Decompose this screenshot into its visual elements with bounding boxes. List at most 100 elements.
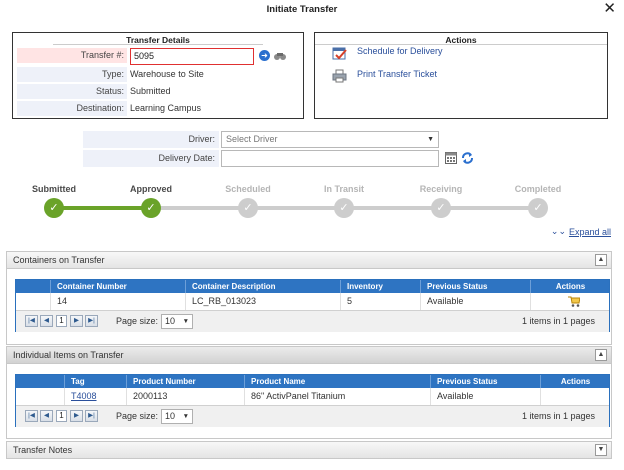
page-size-select[interactable]: 10 ▼ [161, 409, 193, 424]
page-size-value: 10 [165, 316, 176, 326]
destination-row: Destination: Learning Campus [17, 101, 302, 116]
items-header[interactable]: Individual Items on Transfer ▲ [6, 346, 612, 364]
status-row: Status: Submitted [17, 84, 302, 99]
column-header[interactable]: Actions [540, 375, 610, 388]
chevron-up-icon[interactable]: ▲ [595, 254, 607, 266]
delivery-date-input[interactable] [221, 150, 439, 167]
pager-info: 1 items in 1 pages [521, 411, 595, 421]
container-description-cell: LC_RB_013023 [185, 293, 340, 310]
table-row[interactable]: 14 LC_RB_013023 5 Available [16, 293, 609, 310]
page-number[interactable]: 1 [56, 315, 67, 327]
next-page-icon[interactable]: ▶ [70, 315, 83, 327]
type-label: Type: [17, 67, 127, 82]
column-header[interactable]: Previous Status [420, 280, 530, 293]
status-value: Submitted [130, 86, 171, 96]
containers-header[interactable]: Containers on Transfer ▲ [6, 251, 612, 269]
print-ticket-link[interactable]: Print Transfer Ticket [357, 69, 437, 79]
chevron-down-icon[interactable]: ▼ [595, 444, 607, 456]
page-number[interactable]: 1 [56, 410, 67, 422]
next-page-icon[interactable]: ▶ [70, 410, 83, 422]
column-header[interactable]: Container Description [185, 280, 340, 293]
first-page-icon[interactable]: |◀ [25, 410, 38, 422]
step-check-icon: ✓ [141, 198, 161, 218]
divider [315, 44, 607, 45]
page-size-label: Page size: [116, 316, 159, 326]
expand-all-link[interactable]: Expand all [569, 227, 611, 237]
page-size-label: Page size: [116, 411, 159, 421]
prev-page-icon[interactable]: ◀ [40, 315, 53, 327]
chevron-up-icon[interactable]: ▲ [595, 349, 607, 361]
last-page-icon[interactable]: ▶| [85, 410, 98, 422]
step-check-icon: ✓ [44, 198, 64, 218]
column-header[interactable]: Actions [530, 280, 610, 293]
column-header[interactable] [16, 375, 64, 388]
actions-cell [540, 388, 610, 405]
driver-label: Driver: [83, 131, 219, 148]
chevron-down-icon: ▼ [182, 318, 189, 325]
transfer-number-row: Transfer #: 5095 ➜ [17, 48, 302, 65]
column-header[interactable] [16, 280, 50, 293]
refresh-icon[interactable] [461, 152, 474, 164]
transfer-details-panel: Transfer Details Transfer #: 5095 ➜ Type… [12, 32, 304, 119]
calendar-icon[interactable] [445, 152, 457, 164]
containers-pager: |◀ ◀ 1 ▶ ▶| Page size: 10 ▼ 1 items in 1… [16, 310, 609, 332]
column-header[interactable]: Previous Status [430, 375, 540, 388]
column-header[interactable]: Tag [64, 375, 126, 388]
inventory-cell: 5 [340, 293, 420, 310]
column-header[interactable]: Container Number [50, 280, 185, 293]
schedule-delivery-link[interactable]: Schedule for Delivery [357, 46, 443, 56]
transfer-notes-title: Transfer Notes [13, 445, 73, 455]
tag-link[interactable]: T4008 [71, 391, 97, 401]
progress-line-done [54, 206, 151, 210]
actions-column-label: Actions [555, 282, 586, 291]
containers-title: Containers on Transfer [13, 255, 105, 265]
cart-icon[interactable] [568, 296, 580, 307]
actions-column-label: Actions [560, 377, 591, 386]
step-check-icon: ✓ [334, 198, 354, 218]
items-grid-header: Tag Product Number Product Name Previous… [16, 375, 609, 388]
transfer-notes-header[interactable]: Transfer Notes ▼ [6, 441, 612, 459]
printer-icon[interactable] [332, 69, 348, 83]
column-header[interactable]: Product Name [244, 375, 430, 388]
last-page-icon[interactable]: ▶| [85, 315, 98, 327]
page-size-select[interactable]: 10 ▼ [161, 314, 193, 329]
table-row[interactable]: T4008 2000113 86" ActivPanel Titanium Av… [16, 388, 609, 405]
divider [53, 44, 263, 45]
column-header[interactable]: Product Number [126, 375, 244, 388]
expand-cell[interactable] [16, 293, 50, 310]
transfer-number-input[interactable]: 5095 [130, 48, 254, 65]
destination-value: Learning Campus [130, 103, 202, 113]
binoculars-icon[interactable] [274, 52, 286, 61]
first-page-icon[interactable]: |◀ [25, 315, 38, 327]
prev-page-icon[interactable]: ◀ [40, 410, 53, 422]
tag-cell: T4008 [64, 388, 126, 405]
containers-grid-header: Container Number Container Description I… [16, 280, 609, 293]
step-label-in-transit: In Transit [323, 184, 364, 194]
expand-cell[interactable] [16, 388, 64, 405]
product-name-cell: 86" ActivPanel Titanium [244, 388, 430, 405]
transfer-number-label: Transfer #: [17, 48, 127, 63]
type-row: Type: Warehouse to Site [17, 67, 302, 82]
items-grid: Tag Product Number Product Name Previous… [15, 374, 610, 427]
window-title: Initiate Transfer [266, 4, 338, 15]
go-arrow-icon[interactable]: ➜ [259, 50, 270, 61]
title-bar: Initiate Transfer ✕ [0, 0, 624, 20]
container-number-cell: 14 [50, 293, 185, 310]
step-label-submitted: Submitted [32, 184, 76, 194]
actions-panel: Actions Schedule for Delivery Print Tran… [314, 32, 608, 119]
items-pager: |◀ ◀ 1 ▶ ▶| Page size: 10 ▼ 1 items in 1… [16, 405, 609, 427]
calendar-check-icon[interactable] [332, 46, 348, 60]
items-title: Individual Items on Transfer [13, 350, 124, 360]
type-value: Warehouse to Site [130, 69, 204, 79]
double-chevron-down-icon[interactable]: ⌄⌄ [551, 226, 566, 237]
product-number-cell: 2000113 [126, 388, 244, 405]
step-label-scheduled: Scheduled [225, 184, 271, 194]
driver-select[interactable]: Select Driver ▼ [221, 131, 439, 148]
delivery-date-label: Delivery Date: [83, 150, 219, 167]
close-icon[interactable]: ✕ [603, 1, 616, 16]
page-size-value: 10 [165, 411, 176, 421]
step-label-completed: Completed [514, 184, 562, 194]
step-check-icon: ✓ [528, 198, 548, 218]
column-header[interactable]: Inventory [340, 280, 420, 293]
previous-status-cell: Available [430, 388, 540, 405]
